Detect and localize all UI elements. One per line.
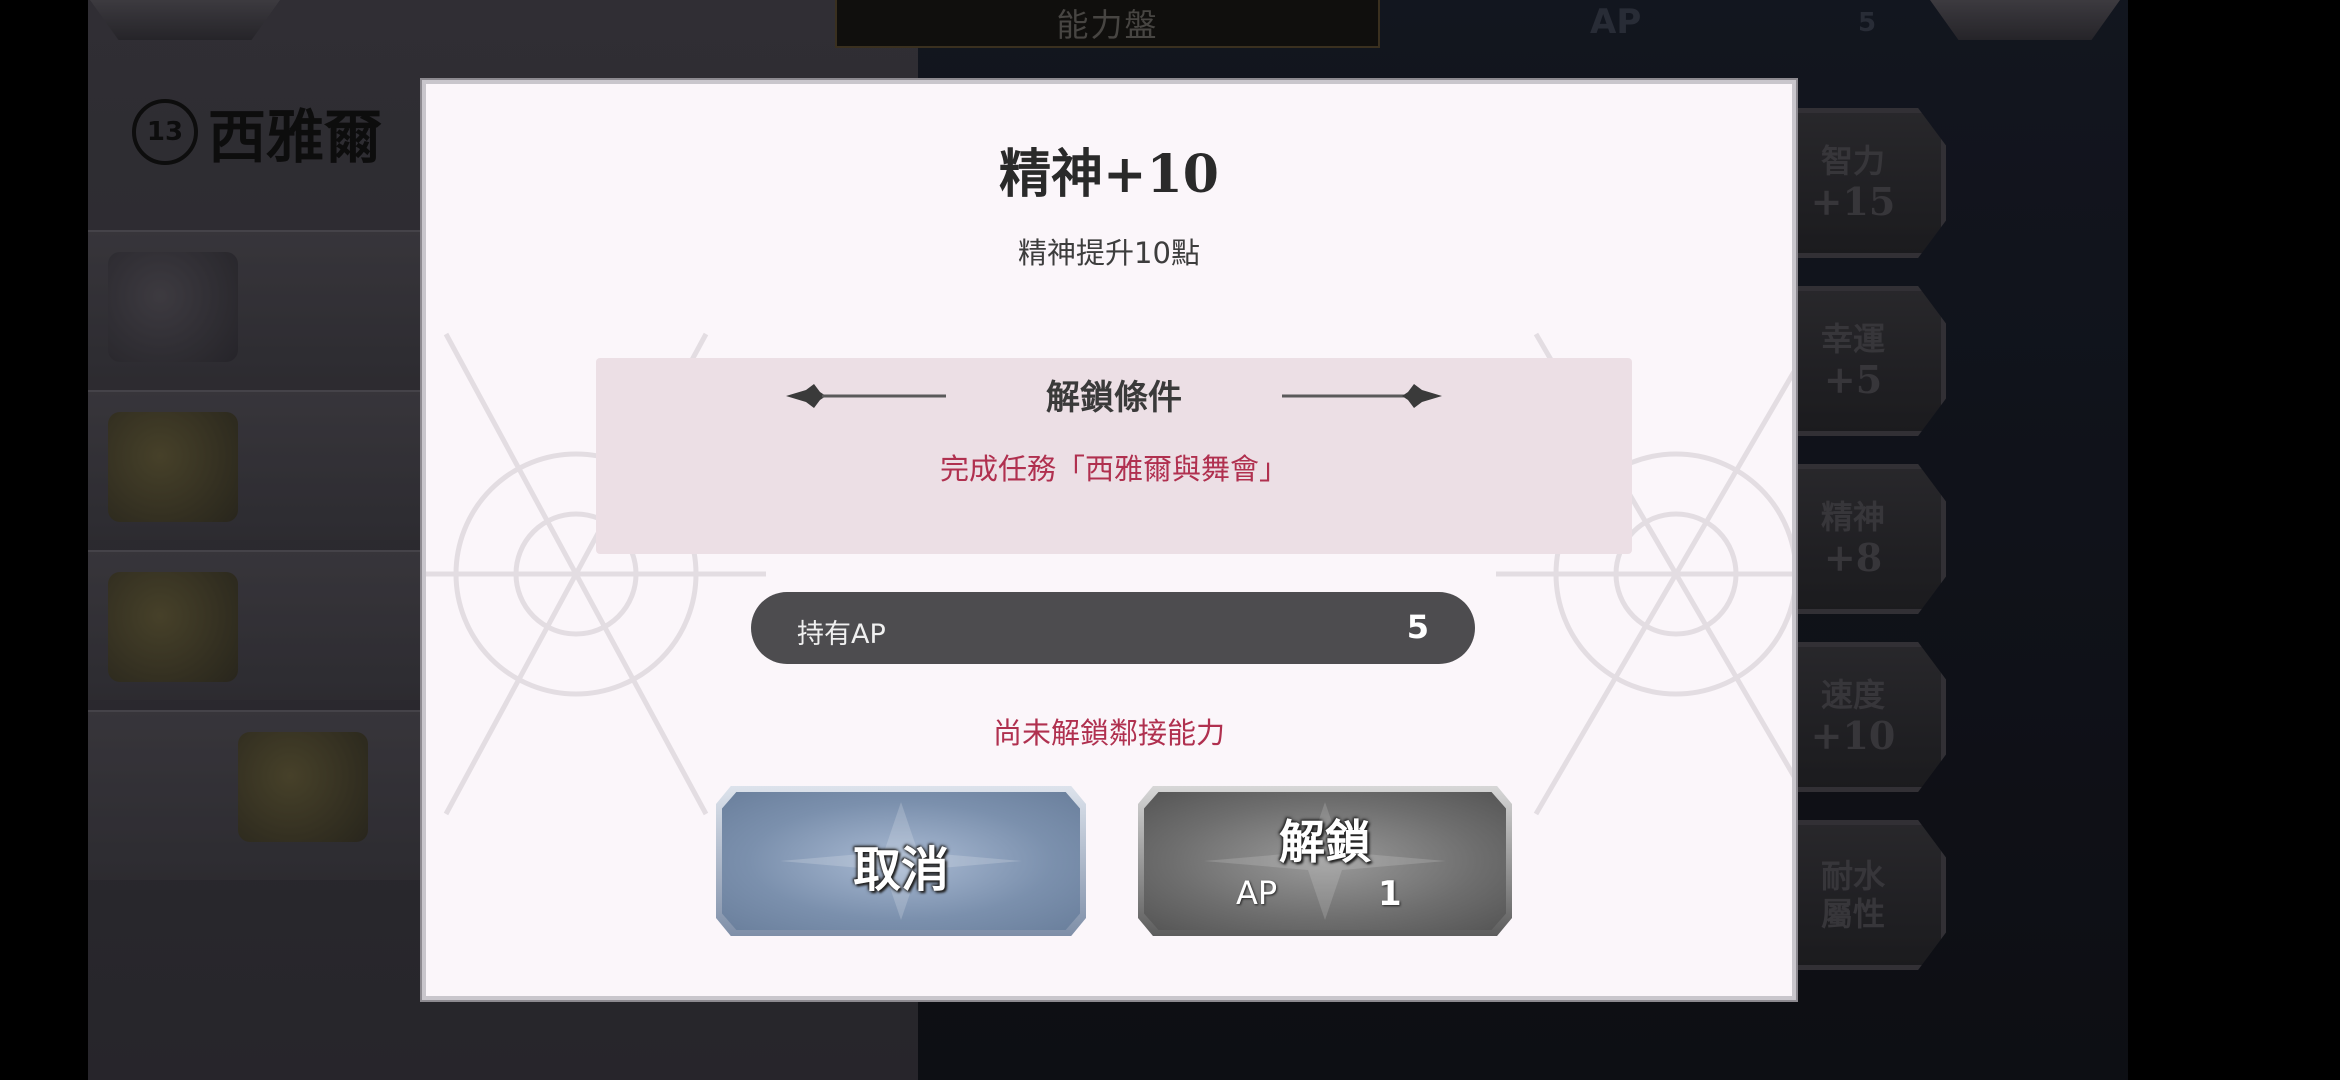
owned-ap-value: 5	[1406, 608, 1429, 646]
unlock-dialog: 精神+10 精神提升10點 解鎖條件 完成任務「西雅爾與舞會」 持有AP 5 尚…	[422, 80, 1796, 1000]
unlock-button-face: 解鎖 AP 1	[1144, 792, 1506, 930]
board-title: 能力盤	[1056, 6, 1159, 44]
owned-ap-label: 持有AP	[797, 619, 886, 650]
character-name: 西雅爾	[208, 103, 383, 171]
cancel-button[interactable]: 取消	[716, 786, 1086, 936]
unlock-button[interactable]: 解鎖 AP 1	[1138, 786, 1512, 936]
top-left-tab[interactable]	[90, 0, 280, 40]
stat-node-name: 速度	[1820, 676, 1885, 714]
character-name-header: 13 西雅爾	[132, 90, 382, 174]
adjacent-locked-note: 尚未解鎖鄰接能力	[992, 716, 1225, 750]
stat-node-value: +15	[1810, 179, 1896, 224]
unlock-cost-label: AP	[1236, 874, 1278, 912]
stat-node-name: 幸運	[1820, 320, 1885, 358]
cancel-button-face: 取消	[722, 792, 1080, 930]
stat-node-value: +10	[1810, 713, 1896, 758]
flourish-right-icon	[1282, 384, 1442, 408]
unlock-button-label: 解鎖	[1279, 815, 1371, 869]
stat-node-value: +8	[1823, 535, 1883, 580]
snowflake-watermark-icon	[1496, 332, 1792, 816]
board-title-bar: 能力盤	[835, 0, 1380, 48]
dialog-description: 精神提升10點	[1018, 236, 1200, 270]
stat-node-name: 耐水	[1820, 857, 1885, 895]
top-ap-value: 5	[1858, 8, 1877, 38]
equipment-icon	[108, 412, 238, 522]
unlock-cost-value: 1	[1378, 874, 1402, 914]
equipment-icon	[108, 572, 238, 682]
top-right-tab[interactable]	[1930, 0, 2120, 40]
stat-node-name: 精神	[1820, 498, 1885, 536]
stat-node-name: 智力	[1820, 142, 1885, 180]
character-portrait-icon	[108, 252, 238, 362]
character-emblem-icon: 13	[132, 99, 198, 165]
unlock-condition-box: 解鎖條件 完成任務「西雅爾與舞會」	[596, 358, 1632, 554]
equipment-icon	[238, 732, 368, 842]
stat-node-value: +5	[1823, 357, 1883, 402]
owned-ap-bar: 持有AP 5	[751, 592, 1475, 664]
cancel-button-label: 取消	[852, 842, 949, 898]
dialog-title: 精神+10	[999, 144, 1219, 205]
condition-header: 解鎖條件	[1046, 378, 1182, 418]
stat-node-value: 屬性	[1820, 895, 1885, 933]
condition-text: 完成任務「西雅爾與舞會」	[939, 452, 1288, 486]
top-ap-label: AP	[1590, 2, 1642, 42]
